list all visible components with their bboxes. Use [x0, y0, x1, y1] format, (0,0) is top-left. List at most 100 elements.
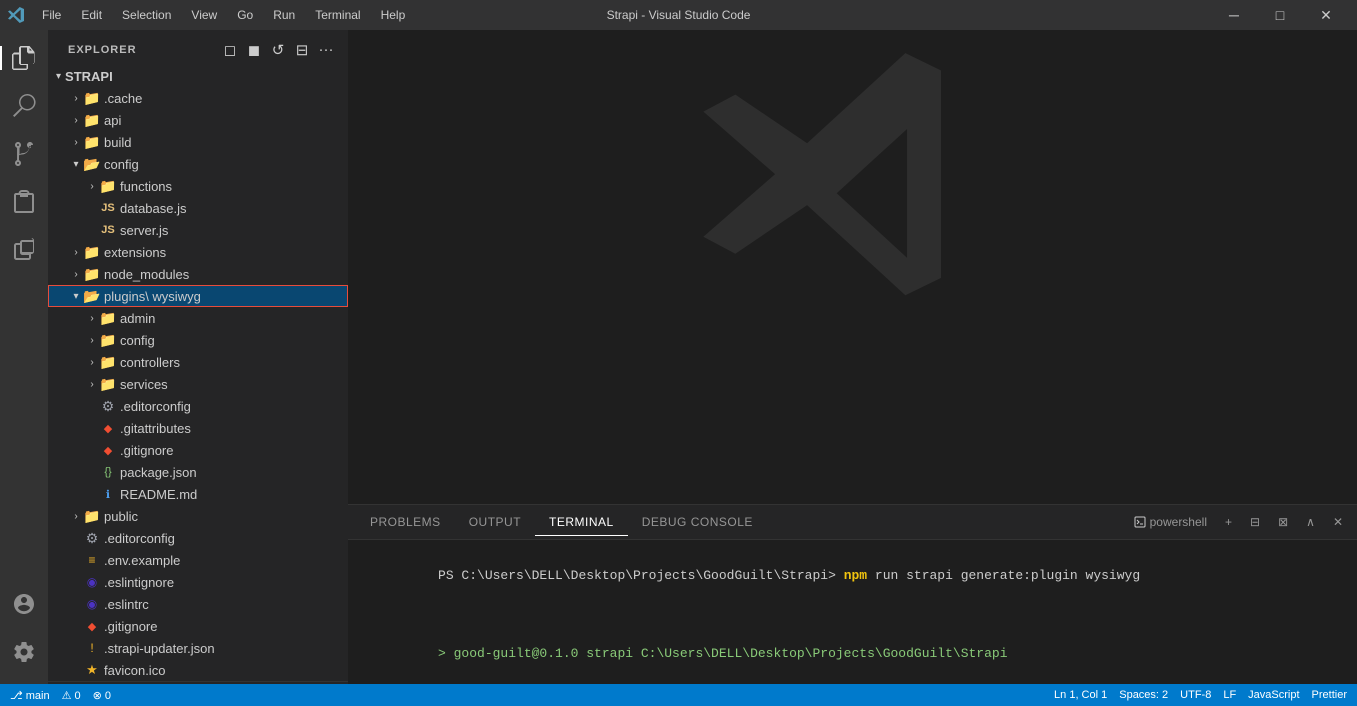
- tree-item-controllers[interactable]: 📁 controllers: [48, 351, 348, 373]
- tree-label-public: public: [104, 509, 138, 524]
- status-branch[interactable]: ⎇ main: [10, 689, 50, 702]
- tree-item-env-example[interactable]: ≡ .env.example: [48, 549, 348, 571]
- activity-account[interactable]: [0, 580, 48, 628]
- menu-view[interactable]: View: [183, 6, 225, 24]
- tree-item-config2[interactable]: 📁 config: [48, 329, 348, 351]
- tree-item-api[interactable]: 📁 api: [48, 109, 348, 131]
- folder-icon-cache: 📁: [84, 90, 100, 106]
- tree-label-readme: README.md: [120, 487, 197, 502]
- activity-search[interactable]: [0, 82, 48, 130]
- status-formatter[interactable]: Prettier: [1312, 689, 1347, 701]
- tree-item-eslintrc[interactable]: ◉ .eslintrc: [48, 593, 348, 615]
- tree-item-functions[interactable]: 📁 functions: [48, 175, 348, 197]
- add-terminal-button[interactable]: +: [1219, 513, 1238, 531]
- menu-selection[interactable]: Selection: [114, 6, 179, 24]
- activity-scm[interactable]: [0, 130, 48, 178]
- terminal-content[interactable]: PS C:\Users\DELL\Desktop\Projects\GoodGu…: [348, 540, 1357, 684]
- tree-label-eslintrc: .eslintrc: [104, 597, 149, 612]
- status-position[interactable]: Ln 1, Col 1: [1054, 689, 1107, 701]
- tree-label-env-example: .env.example: [104, 553, 180, 568]
- extensions-icon: [12, 238, 36, 262]
- tree-item-editorconfig2[interactable]: ⚙ .editorconfig: [48, 395, 348, 417]
- tree-item-favicon[interactable]: ★ favicon.ico: [48, 659, 348, 681]
- menu-help[interactable]: Help: [373, 6, 414, 24]
- shell-label: powershell: [1128, 513, 1213, 531]
- split-terminal-button[interactable]: ⊟: [1244, 513, 1266, 531]
- folder-icon-config2: 📁: [100, 332, 116, 348]
- tree-root-strapi[interactable]: ▾ STRAPI: [48, 65, 348, 87]
- tree-arrow-cache: [68, 90, 84, 106]
- sidebar: EXPLORER ◻ ◼ ↺ ⊟ ··· ▾ STRAPI 📁 .cache: [48, 30, 348, 684]
- menu-terminal[interactable]: Terminal: [307, 6, 368, 24]
- tree-label-gitattributes: .gitattributes: [120, 421, 191, 436]
- tree-item-build[interactable]: 📁 build: [48, 131, 348, 153]
- tree-label-admin: admin: [120, 311, 155, 326]
- tab-output[interactable]: OUTPUT: [455, 509, 535, 536]
- status-encoding[interactable]: UTF-8: [1180, 689, 1211, 701]
- menu-run[interactable]: Run: [265, 6, 303, 24]
- tree-item-public[interactable]: 📁 public: [48, 505, 348, 527]
- terminal-line-2: > good-guilt@0.1.0 strapi C:\Users\DELL\…: [360, 624, 1345, 683]
- tree-item-gitignore[interactable]: ◆ .gitignore: [48, 615, 348, 637]
- new-file-icon[interactable]: ◻: [220, 40, 240, 60]
- status-language[interactable]: JavaScript: [1248, 689, 1299, 701]
- tab-terminal[interactable]: TERMINAL: [535, 509, 628, 536]
- tree-item-cache[interactable]: 📁 .cache: [48, 87, 348, 109]
- tree-label-services: services: [120, 377, 168, 392]
- more-actions-icon[interactable]: ···: [316, 40, 336, 60]
- maximize-button[interactable]: □: [1257, 0, 1303, 30]
- kill-terminal-button[interactable]: ⊠: [1272, 513, 1294, 531]
- status-bar-left: ⎇ main ⚠ 0 ⊗ 0: [10, 689, 111, 702]
- powershell-icon: [1134, 516, 1146, 528]
- tree-item-readme[interactable]: ℹ README.md: [48, 483, 348, 505]
- close-button[interactable]: ✕: [1303, 0, 1349, 30]
- status-warnings[interactable]: ⊗ 0: [93, 689, 111, 702]
- tree-item-gitattributes[interactable]: ◆ .gitattributes: [48, 417, 348, 439]
- status-spaces[interactable]: Spaces: 2: [1119, 689, 1168, 701]
- tree-item-config[interactable]: 📂 config: [48, 153, 348, 175]
- collapse-icon[interactable]: ⊟: [292, 40, 312, 60]
- gear-icon-editorconfig: ⚙: [84, 530, 100, 546]
- tree-item-extensions[interactable]: 📁 extensions: [48, 241, 348, 263]
- tree-label-functions: functions: [120, 179, 172, 194]
- tab-problems[interactable]: PROBLEMS: [356, 509, 455, 536]
- tree-item-editorconfig[interactable]: ⚙ .editorconfig: [48, 527, 348, 549]
- tree-item-admin[interactable]: 📁 admin: [48, 307, 348, 329]
- menu-edit[interactable]: Edit: [73, 6, 110, 24]
- strapi-icon-updater: !: [84, 640, 100, 656]
- tree-arrow-services: [84, 376, 100, 392]
- status-eol[interactable]: LF: [1223, 689, 1236, 701]
- tree-item-strapi-updater[interactable]: ! .strapi-updater.json: [48, 637, 348, 659]
- refresh-icon[interactable]: ↺: [268, 40, 288, 60]
- powershell-text: powershell: [1150, 515, 1207, 529]
- tab-debug-console[interactable]: DEBUG CONSOLE: [628, 509, 767, 536]
- tree-label-eslintignore: .eslintignore: [104, 575, 174, 590]
- js-icon-database: JS: [100, 200, 116, 216]
- activity-explorer[interactable]: [0, 34, 48, 82]
- tree-item-package-json[interactable]: {} package.json: [48, 461, 348, 483]
- tree-item-server[interactable]: JS server.js: [48, 219, 348, 241]
- new-folder-icon[interactable]: ◼: [244, 40, 264, 60]
- menu-file[interactable]: File: [34, 6, 69, 24]
- folder-icon-config: 📂: [84, 156, 100, 172]
- folder-icon-extensions: 📁: [84, 244, 100, 260]
- tree-item-services[interactable]: 📁 services: [48, 373, 348, 395]
- sidebar-actions: ◻ ◼ ↺ ⊟ ···: [220, 40, 336, 60]
- tree-label-database: database.js: [120, 201, 187, 216]
- close-panel-button[interactable]: ✕: [1327, 513, 1349, 531]
- vscode-watermark: [683, 46, 1023, 386]
- status-errors[interactable]: ⚠ 0: [62, 689, 81, 702]
- activity-bar: [0, 30, 48, 684]
- run-debug-icon: [12, 190, 36, 214]
- tree-item-plugins-wysiwyg[interactable]: 📂 plugins\ wysiwyg: [48, 285, 348, 307]
- maximize-panel-button[interactable]: ∧: [1300, 513, 1321, 531]
- activity-settings[interactable]: [0, 628, 48, 676]
- tree-item-gitignore2[interactable]: ◆ .gitignore: [48, 439, 348, 461]
- minimize-button[interactable]: ─: [1211, 0, 1257, 30]
- menu-go[interactable]: Go: [229, 6, 261, 24]
- tree-item-eslintignore[interactable]: ◉ .eslintignore: [48, 571, 348, 593]
- activity-extensions[interactable]: [0, 226, 48, 274]
- tree-item-database[interactable]: JS database.js: [48, 197, 348, 219]
- activity-debug[interactable]: [0, 178, 48, 226]
- tree-item-node-modules[interactable]: 📁 node_modules: [48, 263, 348, 285]
